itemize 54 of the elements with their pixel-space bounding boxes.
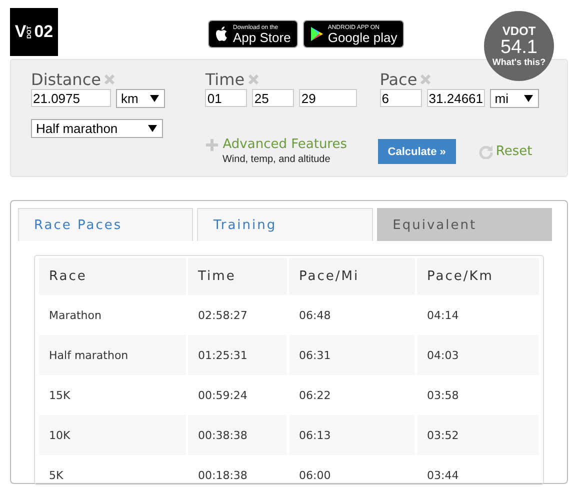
pace-unit-dropdown[interactable]: mi [490,89,539,108]
vdot-label: VDOT [502,25,536,38]
field-label: Distance [31,70,101,88]
distance-input[interactable]: 21.0975 [31,89,111,107]
table-cell-text: 06:22 [298,388,332,404]
plus-icon [206,138,218,150]
caret-icon [148,125,157,132]
table-cell-text: 15K [48,388,72,404]
pace-seconds-input[interactable]: 31.24661 [426,89,485,107]
table-cell: 00:38:38 [188,415,287,455]
table-cell-text: 06:48 [298,308,332,324]
table-cell-text: Marathon [48,308,102,324]
calculate-button[interactable]: Calculate » [378,139,456,164]
table-cell-text: 00:59:24 [197,388,248,404]
refresh-icon [478,144,493,158]
caret-icon [524,95,533,102]
table-cell: 04:03 [417,335,539,375]
table-cell: Half marathon [39,335,186,375]
whats-this-link[interactable]: What's this? [492,58,546,67]
table-cell-text: 00:18:38 [197,468,248,484]
table-cell: 10K [39,415,186,455]
table-cell-text: 03:44 [426,468,460,484]
clear-icon[interactable] [248,74,259,84]
column-header: Race [39,258,186,295]
table-cell: 06:31 [289,335,415,375]
field-label: Pace [380,70,418,88]
vdot-value: 54.1 [500,38,538,58]
clear-icon[interactable] [104,74,115,84]
table-cell-text: 02:58:27 [197,308,248,324]
unit-dropdown[interactable]: km [116,89,165,108]
table-cell: 03:52 [417,415,539,455]
table-cell-text: 03:58 [426,388,460,404]
seconds-input[interactable]: 29 [299,89,358,107]
hours-input[interactable]: 01 [205,89,248,107]
tab[interactable]: Equivalent [376,208,552,241]
apple-icon [215,26,229,42]
table-cell-text: 04:14 [426,308,460,324]
table-cell: 01:25:31 [188,335,287,375]
play-icon [310,26,324,42]
tab[interactable]: Training [197,208,373,241]
table-cell-text: 5K [48,468,64,484]
caret-icon [150,95,159,102]
column-header: Pace/Mi [289,258,415,295]
table-cell-text: 06:00 [298,468,332,484]
tab[interactable]: Race Paces [18,208,194,241]
minutes-input[interactable]: 25 [252,89,294,107]
pace-minutes-input[interactable]: 6 [380,89,422,107]
advanced-features-note: Wind, temp, and altitude [222,154,330,165]
race-dropdown[interactable]: Half marathon [31,119,163,138]
column-header: Pace/Km [417,258,539,295]
column-header: Time [188,258,287,295]
field-label: Time [205,70,245,88]
clear-icon[interactable] [420,74,432,84]
table-cell: 06:13 [289,415,415,455]
